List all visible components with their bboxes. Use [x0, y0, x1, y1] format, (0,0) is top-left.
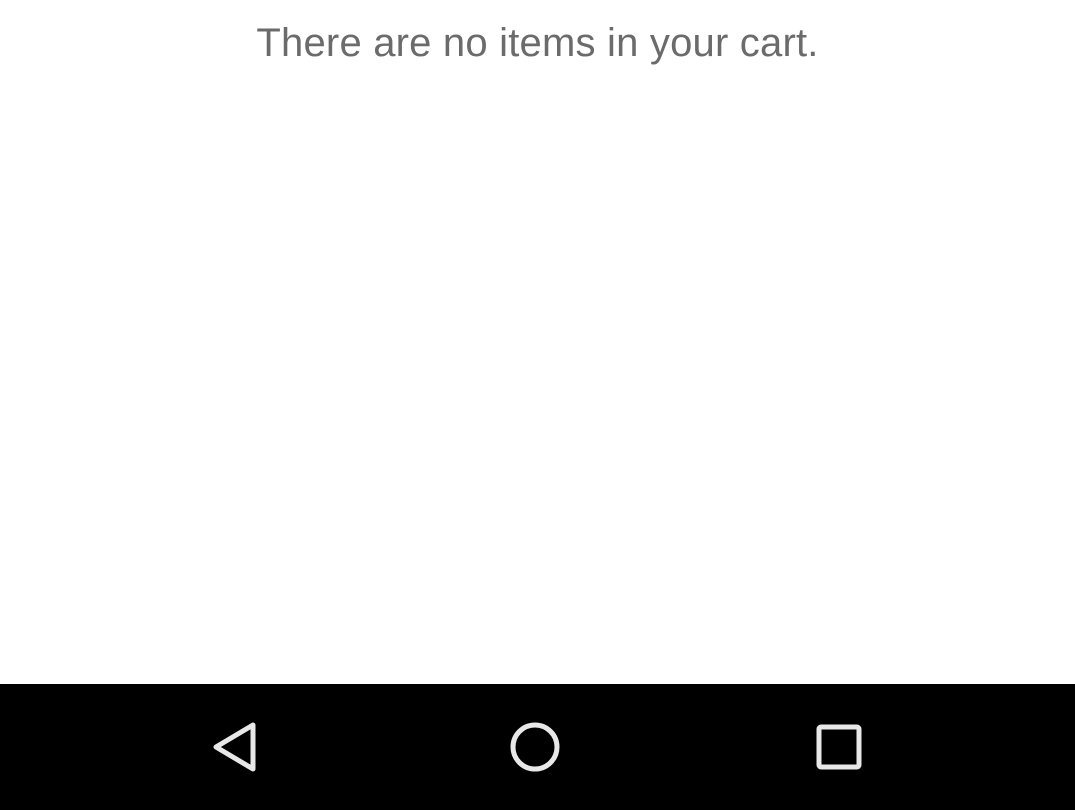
back-button[interactable]: [204, 717, 264, 777]
system-navigation-bar: [0, 684, 1075, 810]
empty-cart-message: There are no items in your cart.: [256, 21, 819, 65]
home-button[interactable]: [505, 717, 565, 777]
recents-icon: [816, 724, 862, 770]
home-icon: [510, 722, 560, 772]
recents-button[interactable]: [809, 717, 869, 777]
cart-content: There are no items in your cart.: [0, 0, 1075, 684]
screen: There are no items in your cart.: [0, 0, 1075, 810]
back-icon: [213, 722, 256, 772]
